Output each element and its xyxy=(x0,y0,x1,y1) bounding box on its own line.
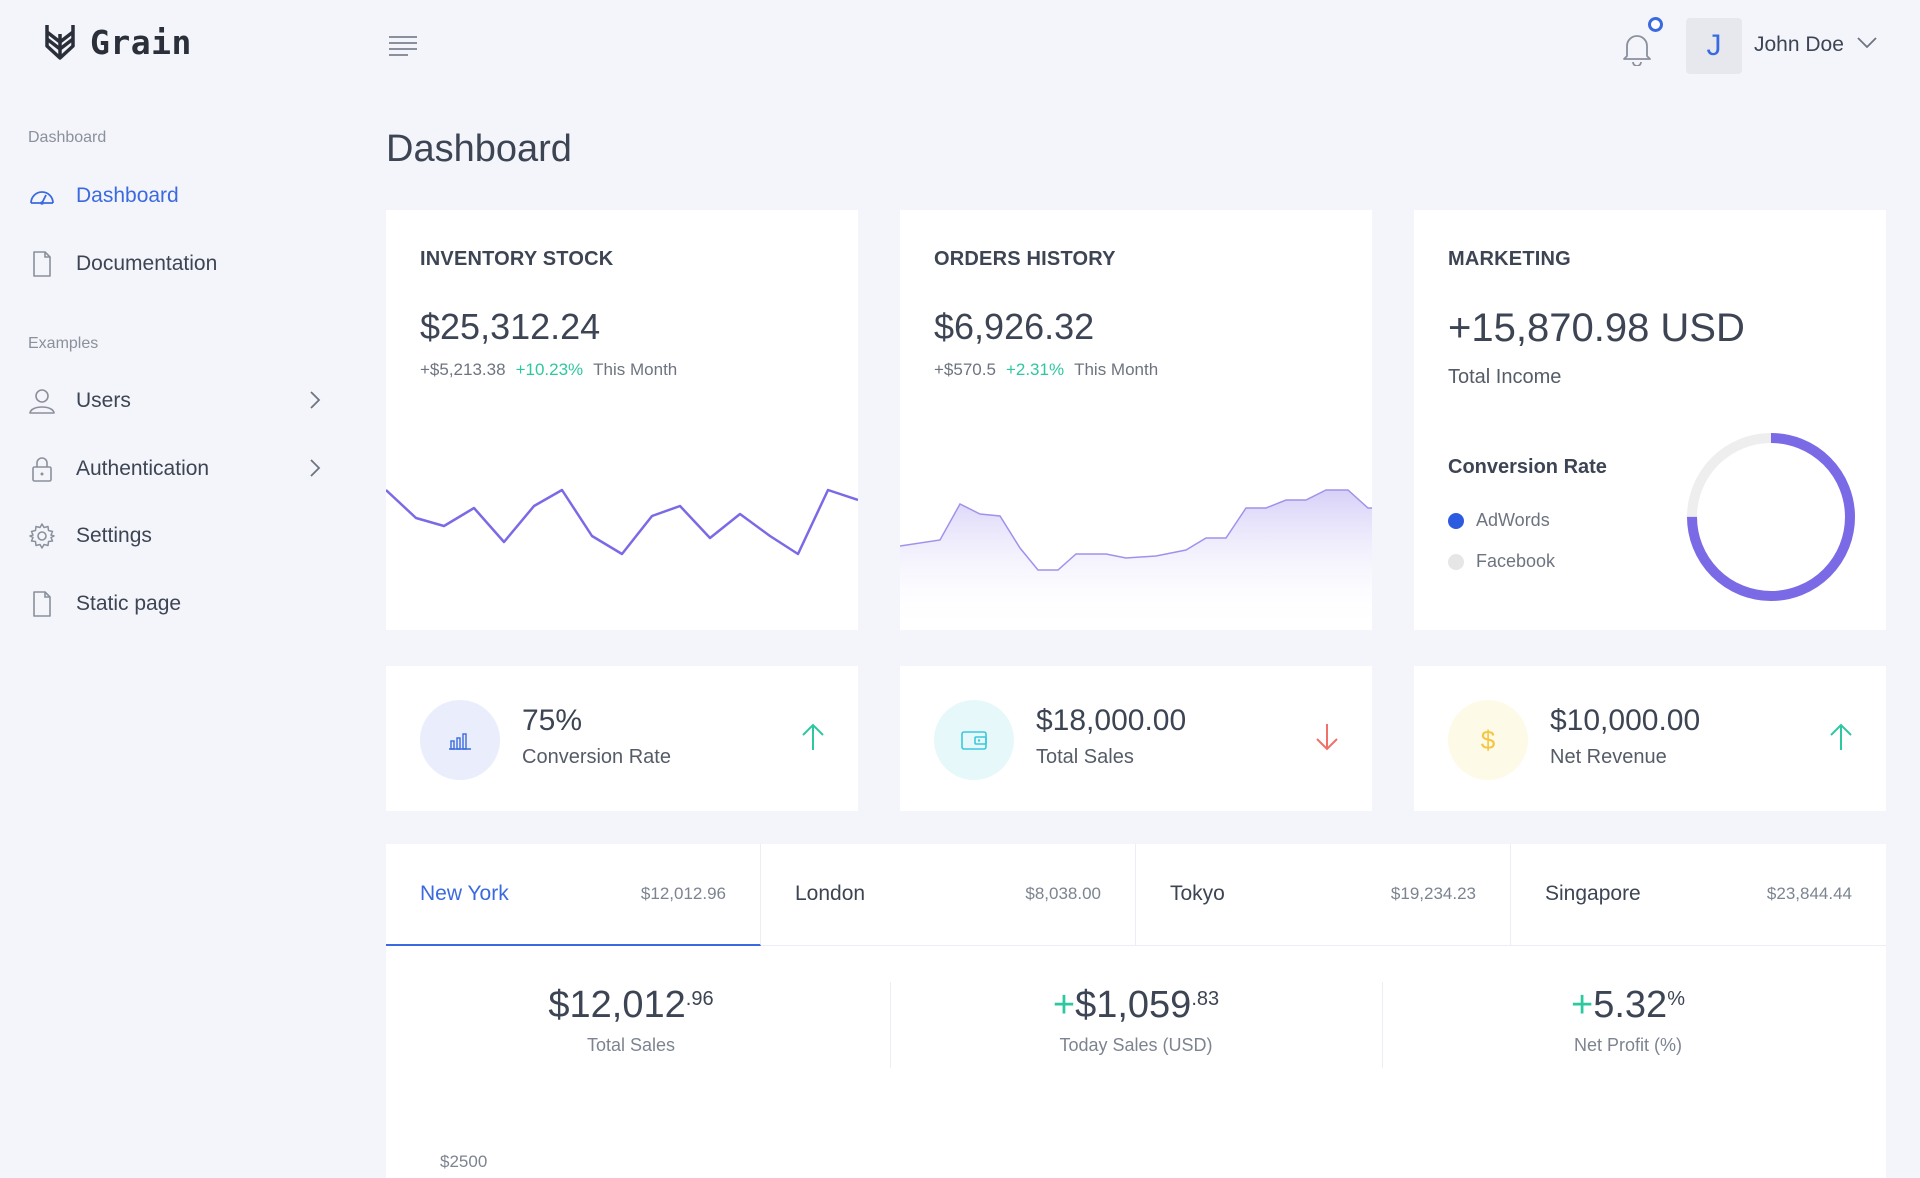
card-subline: +$5,213.38 +10.23% This Month xyxy=(420,360,677,380)
stat-label: Total Sales xyxy=(1036,746,1134,768)
chevron-right-icon xyxy=(310,459,321,477)
legend-dot xyxy=(1448,553,1464,570)
tab-amount: $23,844.44 xyxy=(1766,884,1852,903)
metric-total-sales: $12,012.96 Total Sales xyxy=(386,984,876,1056)
conversion-rate-title: Conversion Rate xyxy=(1448,456,1607,478)
arrow-down-icon xyxy=(1316,724,1338,751)
menu-toggle-icon[interactable] xyxy=(388,34,418,58)
tab-singapore[interactable]: Singapore $23,844.44 xyxy=(1511,844,1886,946)
stat-value: 75% xyxy=(522,704,583,737)
legend-label: Facebook xyxy=(1476,551,1556,571)
inventory-sparkline xyxy=(386,488,858,556)
orders-history-card: ORDERS HISTORY $6,926.32 +$570.5 +2.31% … xyxy=(900,210,1372,630)
sidebar: Grain Dashboard Dashboard Documentation … xyxy=(0,0,360,1178)
tab-london[interactable]: London $8,038.00 xyxy=(761,844,1136,946)
legend-item-facebook: Facebook xyxy=(1448,551,1555,572)
bar-chart-icon xyxy=(420,700,500,780)
bell-icon[interactable] xyxy=(1620,30,1654,66)
tab-label: Tokyo xyxy=(1170,882,1225,905)
lock-icon xyxy=(28,455,56,483)
orders-area-chart xyxy=(900,489,1372,630)
conversion-donut-chart xyxy=(1687,433,1855,601)
stat-card-total-sales: $18,000.00 Total Sales xyxy=(900,666,1372,811)
notification-badge xyxy=(1648,17,1663,32)
tab-label: Singapore xyxy=(1545,882,1641,905)
file-icon xyxy=(28,590,56,618)
metric-net-profit: +5.32% Net Profit (%) xyxy=(1383,984,1873,1056)
card-title: MARKETING xyxy=(1448,248,1571,270)
metric-today-sales: +$1,059.83 Today Sales (USD) xyxy=(891,984,1381,1056)
metric-value: +$1,059.83 xyxy=(1052,984,1220,1026)
metric-value: +5.32% xyxy=(1571,984,1685,1026)
sidebar-item-dashboard[interactable]: Dashboard xyxy=(28,176,328,216)
gauge-icon xyxy=(28,182,56,210)
card-period: This Month xyxy=(1074,360,1159,379)
stat-value: $10,000.00 xyxy=(1550,704,1701,737)
chevron-right-icon xyxy=(310,391,321,409)
card-delta: +$5,213.38 xyxy=(420,360,506,379)
arrow-up-icon xyxy=(1830,723,1852,750)
stat-value: $18,000.00 xyxy=(1036,704,1187,737)
avatar[interactable]: J xyxy=(1686,18,1742,74)
sidebar-item-label: Authentication xyxy=(76,457,210,480)
sidebar-item-label: Settings xyxy=(76,524,152,547)
metric-label: Today Sales (USD) xyxy=(1059,1035,1213,1055)
page-title: Dashboard xyxy=(386,128,572,170)
stat-card-conversion: 75% Conversion Rate xyxy=(386,666,858,811)
sidebar-item-static-page[interactable]: Static page xyxy=(28,584,328,624)
sidebar-item-settings[interactable]: Settings xyxy=(28,516,328,556)
tab-new-york[interactable]: New York $12,012.96 xyxy=(386,844,761,946)
file-icon xyxy=(28,250,56,278)
sidebar-item-label: Users xyxy=(76,389,131,412)
dollar-icon: $ xyxy=(1448,700,1528,780)
tab-amount: $12,012.96 xyxy=(640,884,726,903)
nav-section-dashboard: Dashboard xyxy=(28,129,107,146)
wallet-icon xyxy=(934,700,1014,780)
inventory-stock-card: INVENTORY STOCK $25,312.24 +$5,213.38 +1… xyxy=(386,210,858,630)
sidebar-item-authentication[interactable]: Authentication xyxy=(28,449,328,489)
app-name: Grain xyxy=(90,22,192,62)
app-logo[interactable]: Grain xyxy=(44,22,192,62)
tab-label: New York xyxy=(420,882,509,905)
card-percent: +2.31% xyxy=(1005,360,1065,379)
tab-label: London xyxy=(795,882,866,905)
metric-label: Total Sales xyxy=(586,1035,676,1055)
stat-label: Net Revenue xyxy=(1550,746,1667,768)
chart-y-axis-label: $2500 xyxy=(440,1152,488,1171)
city-sales-panel: New York $12,012.96 London $8,038.00 Tok… xyxy=(386,844,1886,1178)
metric-label: Net Profit (%) xyxy=(1573,1035,1683,1055)
legend-label: AdWords xyxy=(1476,510,1550,530)
card-title: ORDERS HISTORY xyxy=(934,248,1116,270)
stat-label: Conversion Rate xyxy=(522,746,671,768)
stat-card-net-revenue: $ $10,000.00 Net Revenue xyxy=(1414,666,1886,811)
card-title: INVENTORY STOCK xyxy=(420,248,614,270)
card-value: $25,312.24 xyxy=(420,306,601,347)
tab-tokyo[interactable]: Tokyo $19,234.23 xyxy=(1136,844,1511,946)
card-percent: +10.23% xyxy=(515,360,584,379)
sidebar-item-label: Static page xyxy=(76,592,182,615)
total-income-value: +15,870.98 USD xyxy=(1448,306,1745,350)
card-period: This Month xyxy=(593,360,678,379)
legend-item-adwords: AdWords xyxy=(1448,510,1550,531)
sidebar-item-documentation[interactable]: Documentation xyxy=(28,244,328,284)
metric-value: $12,012.96 xyxy=(548,984,714,1026)
chevron-down-icon[interactable] xyxy=(1856,36,1878,50)
grain-logo-icon xyxy=(45,25,75,60)
nav-section-examples: Examples xyxy=(28,335,99,352)
card-subline: +$570.5 +2.31% This Month xyxy=(934,360,1158,380)
marketing-card: MARKETING +15,870.98 USD Total Income Co… xyxy=(1414,210,1886,630)
sidebar-item-label: Documentation xyxy=(76,252,218,275)
gear-icon xyxy=(28,522,56,550)
sidebar-item-users[interactable]: Users xyxy=(28,381,328,421)
tab-amount: $8,038.00 xyxy=(1025,884,1101,903)
user-name[interactable]: John Doe xyxy=(1754,33,1844,57)
sidebar-item-label: Dashboard xyxy=(76,184,179,207)
tab-amount: $19,234.23 xyxy=(1390,884,1476,903)
legend-dot xyxy=(1448,512,1464,529)
total-income-label: Total Income xyxy=(1448,366,1562,388)
card-delta: +$570.5 xyxy=(934,360,996,379)
user-icon xyxy=(28,387,56,415)
card-value: $6,926.32 xyxy=(934,306,1095,347)
arrow-up-icon xyxy=(802,723,824,750)
